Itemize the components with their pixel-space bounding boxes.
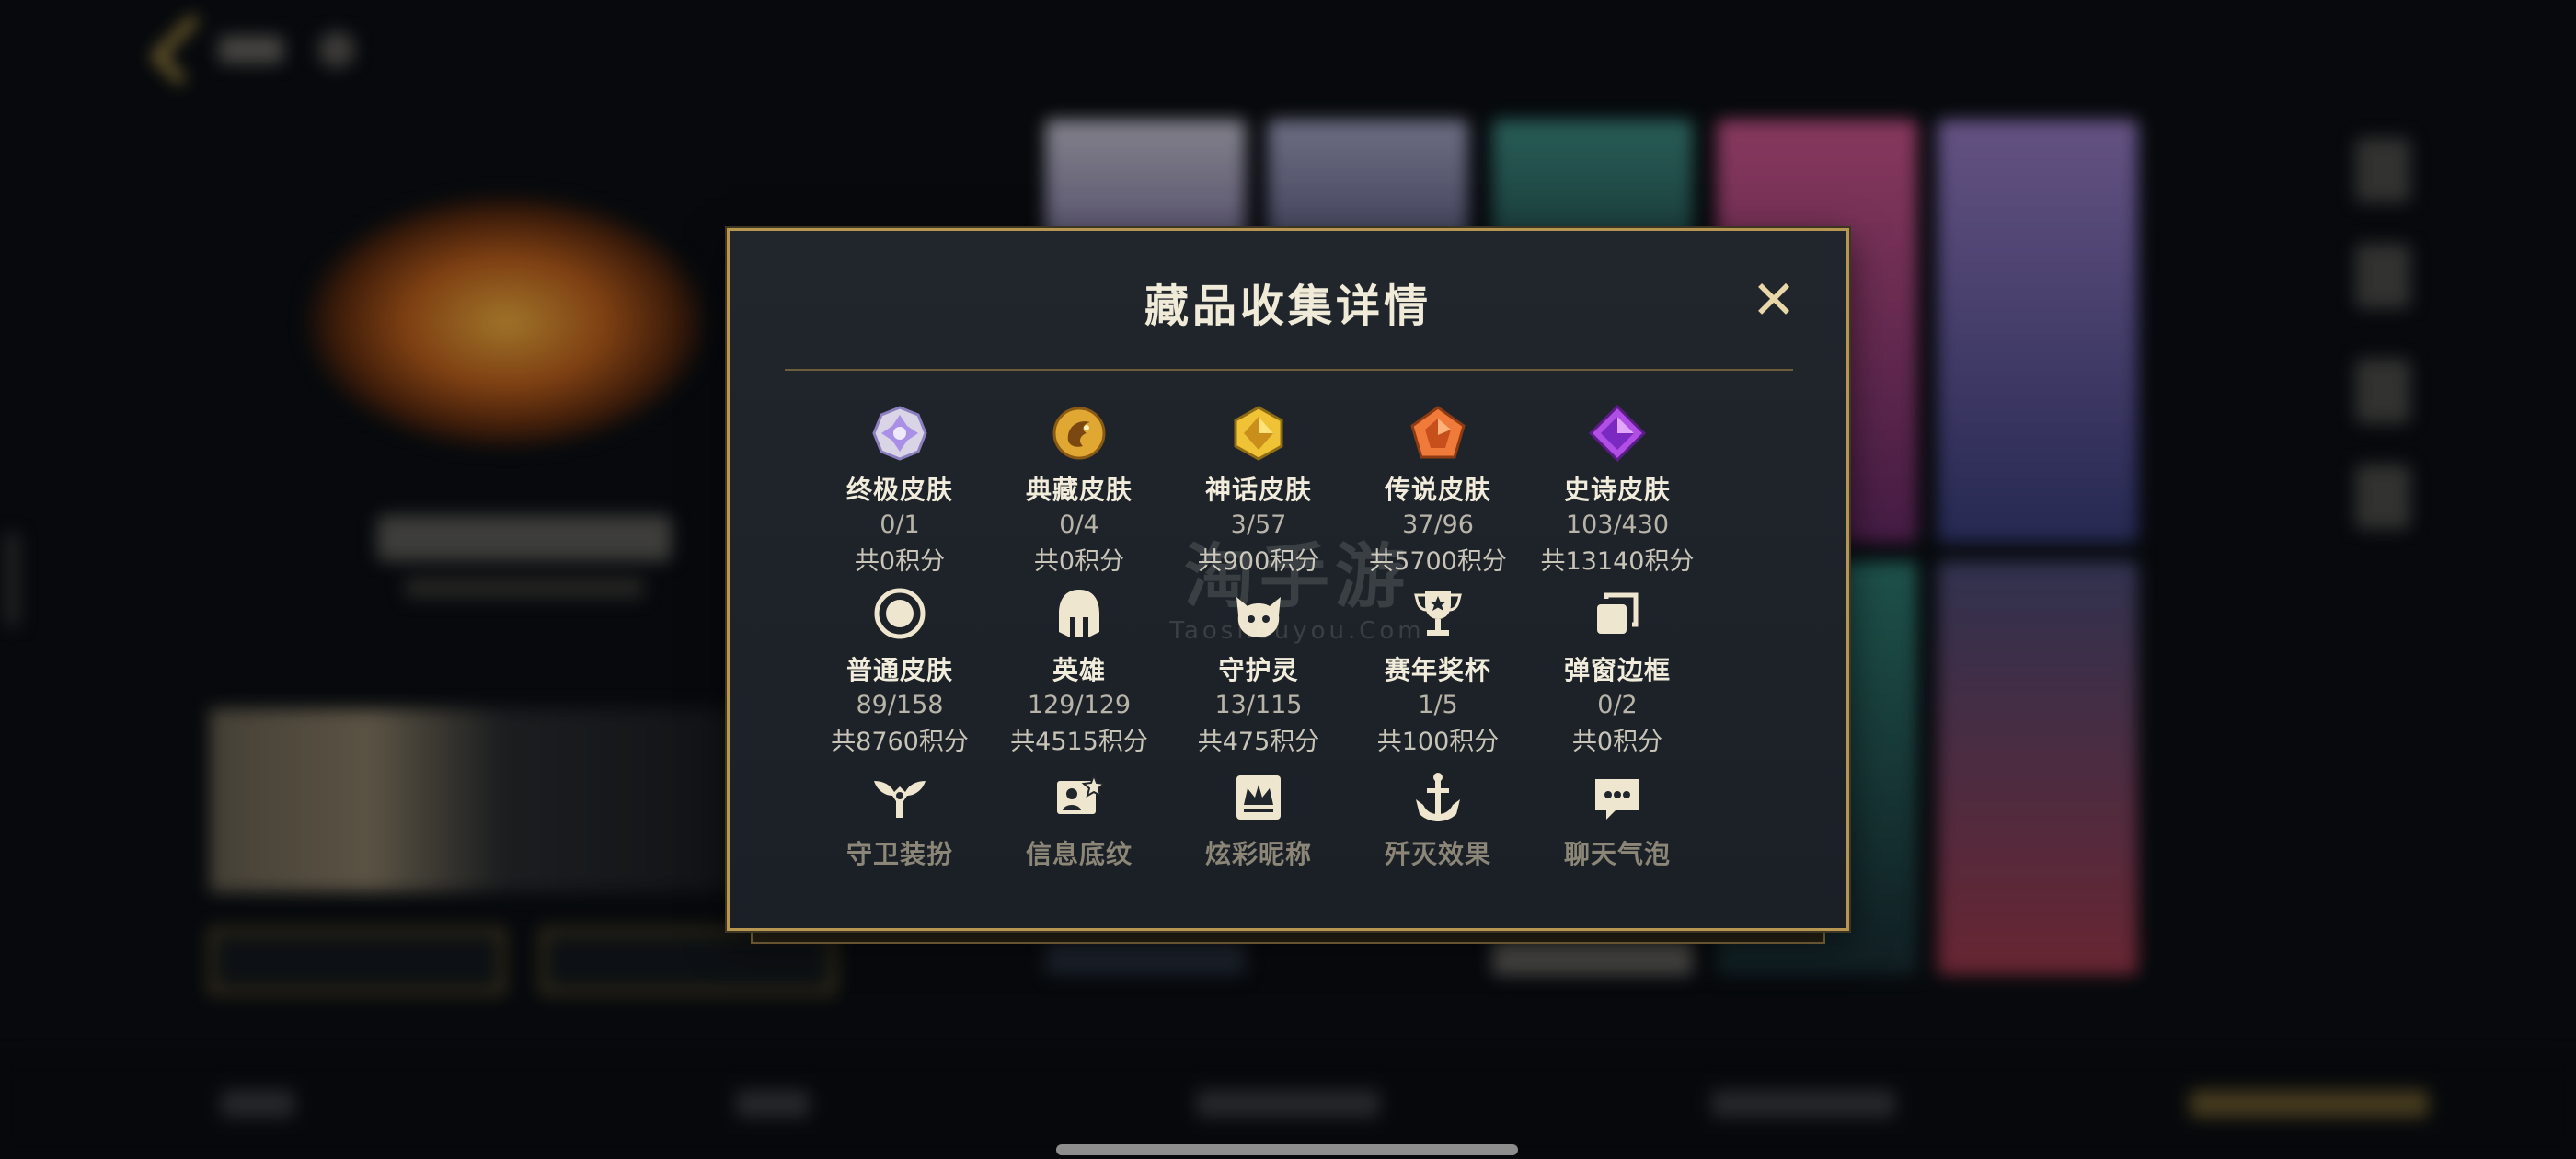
collection-item[interactable]: 聊天气泡 [1535,768,1700,871]
item-label: 神话皮肤 [1204,475,1312,505]
item-label: 守护灵 [1218,655,1299,685]
item-label: 英雄 [1052,655,1106,685]
trophy-icon [1414,591,1462,636]
item-label: 聊天气泡 [1563,839,1671,869]
item-count: 103/430 [1565,511,1670,539]
item-count: 13/115 [1214,691,1303,719]
item-count: 0/2 [1597,691,1638,719]
collection-details-modal: 藏品收集详情 ✕ 终极皮肤 0/1 共0积分 典藏皮肤 0/4 共0积分 神话皮… [727,228,1849,931]
item-points: 共4515积分 [1010,728,1148,756]
item-points: 共900积分 [1197,547,1320,576]
item-count: 0/4 [1059,511,1099,539]
info-background-icon [1057,773,1107,814]
item-count: 37/96 [1402,511,1474,539]
mythic-skin-icon [1234,406,1283,461]
item-points: 共8760积分 [831,728,969,756]
item-label: 终极皮肤 [845,475,953,505]
epic-skin-icon [1588,404,1647,463]
item-points: 共5700积分 [1369,547,1507,576]
item-points: 共0积分 [1571,728,1663,756]
collector-skin-icon [1052,407,1106,460]
item-points: 共475积分 [1197,728,1320,756]
title-divider [785,369,1793,371]
item-points: 共0积分 [1033,547,1125,576]
item-label: 弹窗边框 [1563,655,1671,685]
item-label: 炫彩昵称 [1204,839,1312,869]
item-count: 0/1 [880,511,920,539]
legendary-skin-icon [1410,406,1466,459]
collection-item[interactable]: 史诗皮肤 103/430 共13140积分 [1535,404,1700,577]
chat-bubble-icon [1595,779,1639,820]
item-points: 共13140积分 [1540,547,1695,576]
collection-item[interactable]: 神话皮肤 3/57 共900积分 [1176,404,1341,577]
item-points: 共100积分 [1376,728,1500,756]
item-label: 守卫装扮 [845,839,953,869]
collection-item[interactable]: 终极皮肤 0/1 共0积分 [817,404,983,577]
collection-item[interactable]: 弹窗边框 0/2 共0积分 [1535,584,1700,757]
item-label: 史诗皮肤 [1563,475,1671,505]
close-button[interactable]: ✕ [1751,273,1797,327]
annihilation-effect-icon [1416,773,1460,821]
popup-frame-icon [1597,592,1639,634]
item-label: 典藏皮肤 [1025,475,1133,505]
hero-helmet-icon [1059,590,1099,637]
modal-foot-trim [751,929,1825,944]
item-label: 普通皮肤 [845,655,953,685]
collection-item[interactable]: 普通皮肤 89/158 共8760积分 [817,584,983,757]
colorful-nickname-icon [1236,775,1281,820]
item-count: 1/5 [1418,691,1458,719]
collection-item[interactable]: 传说皮肤 37/96 共5700积分 [1355,404,1521,577]
item-count: 3/57 [1230,511,1287,539]
guardian-spirit-icon [1236,597,1281,637]
item-label: 信息底纹 [1025,839,1133,869]
collection-item[interactable]: 守卫装扮 [817,768,983,871]
item-label: 赛年奖杯 [1384,655,1491,685]
item-count: 129/129 [1027,691,1132,719]
ultimate-skin-icon [872,406,927,461]
item-label: 歼灭效果 [1384,839,1491,869]
collection-item[interactable]: 歼灭效果 [1355,768,1521,871]
collection-item[interactable]: 信息底纹 [996,768,1162,871]
collection-item[interactable]: 典藏皮肤 0/4 共0积分 [996,404,1162,577]
collection-item[interactable]: 守护灵 13/115 共475积分 [1176,584,1341,757]
modal-title: 藏品收集详情 [1144,281,1432,332]
item-points: 共0积分 [854,547,946,576]
collection-item[interactable]: 英雄 129/129 共4515积分 [996,584,1162,757]
collection-item[interactable]: 赛年奖杯 1/5 共100积分 [1355,584,1521,757]
item-label: 传说皮肤 [1384,475,1491,505]
guard-outfit-icon [874,781,926,818]
collection-item[interactable]: 炫彩昵称 [1176,768,1341,871]
normal-skin-icon [874,588,926,639]
home-indicator[interactable] [1056,1144,1518,1155]
item-count: 89/158 [856,691,944,719]
